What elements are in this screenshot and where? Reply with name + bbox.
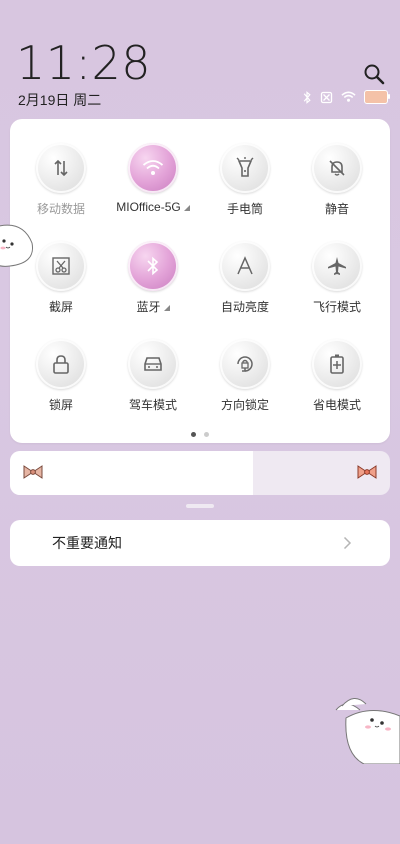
battery-saver-icon (312, 339, 362, 389)
lock-icon (36, 339, 86, 389)
tile-label-wrap: 蓝牙 (107, 298, 199, 315)
tile-lock-screen[interactable]: 锁屏 (15, 339, 107, 429)
tile-silent[interactable]: 静音 (291, 143, 383, 233)
quick-settings-panel: 移动数据 MIOffice-5G 手电筒 静音 截屏 蓝牙 自动亮度 飞行模式 … (10, 119, 390, 443)
bow-low-icon (23, 465, 43, 479)
tile-label: 手电筒 (226, 202, 263, 216)
tile-wifi[interactable]: MIOffice-5G (107, 143, 199, 233)
tile-battery-saver[interactable]: 省电模式 (291, 339, 383, 429)
airplane-icon (312, 241, 362, 291)
bunny-right-decoration (335, 698, 400, 764)
car-icon (128, 339, 178, 389)
tile-label: MIOffice-5G (116, 200, 181, 214)
bunny-left-decoration (0, 224, 34, 267)
bow-high-icon (357, 465, 377, 479)
chevron-right-icon (343, 536, 352, 550)
rotation-lock-icon (220, 339, 270, 389)
tile-label: 锁屏 (48, 398, 73, 412)
tile-label: 蓝牙 (136, 300, 161, 314)
bluetooth-icon (128, 241, 178, 291)
tile-label: 省电模式 (312, 398, 361, 412)
flashlight-icon (220, 143, 270, 193)
tile-label: 飞行模式 (312, 300, 361, 314)
tile-rotation-lock[interactable]: 方向锁定 (199, 339, 291, 429)
notification-label: 不重要通知 (52, 535, 122, 551)
tile-driving-mode[interactable]: 驾车模式 (107, 339, 199, 429)
battery-icon (364, 90, 390, 104)
wifi-icon (341, 91, 356, 102)
search-icon[interactable] (362, 62, 386, 86)
notification-unimportant[interactable]: 不重要通知 (10, 520, 390, 566)
letter-a-icon (220, 241, 270, 291)
tile-airplane[interactable]: 飞行模式 (291, 241, 383, 331)
drag-handle[interactable] (186, 504, 214, 508)
brightness-slider[interactable] (10, 451, 390, 495)
tile-flashlight[interactable]: 手电筒 (199, 143, 291, 233)
page-dot[interactable] (204, 432, 209, 437)
expand-arrow-icon[interactable] (183, 204, 190, 211)
tile-auto-brightness[interactable]: 自动亮度 (199, 241, 291, 331)
page-dot-active[interactable] (191, 432, 196, 437)
bluetooth-icon (303, 90, 311, 104)
sim-off-icon (320, 91, 333, 103)
tile-label: 静音 (324, 202, 349, 216)
arrows-updown-icon (36, 143, 86, 193)
tile-bluetooth[interactable]: 蓝牙 (107, 241, 199, 331)
bell-off-icon (312, 143, 362, 193)
expand-arrow-icon[interactable] (163, 304, 170, 311)
brightness-fill (10, 451, 254, 495)
page-indicator (10, 432, 390, 437)
tile-label: 自动亮度 (220, 300, 269, 314)
wifi-icon (128, 143, 178, 193)
tile-label: 驾车模式 (128, 398, 177, 412)
tile-label: 截屏 (48, 300, 73, 314)
tile-label: 方向锁定 (220, 398, 269, 412)
tile-label-wrap: MIOffice-5G (107, 200, 199, 214)
clock-time: 11:28 (16, 36, 152, 90)
clock-date: 2月19日 周二 (18, 92, 102, 108)
status-bar (302, 90, 390, 104)
